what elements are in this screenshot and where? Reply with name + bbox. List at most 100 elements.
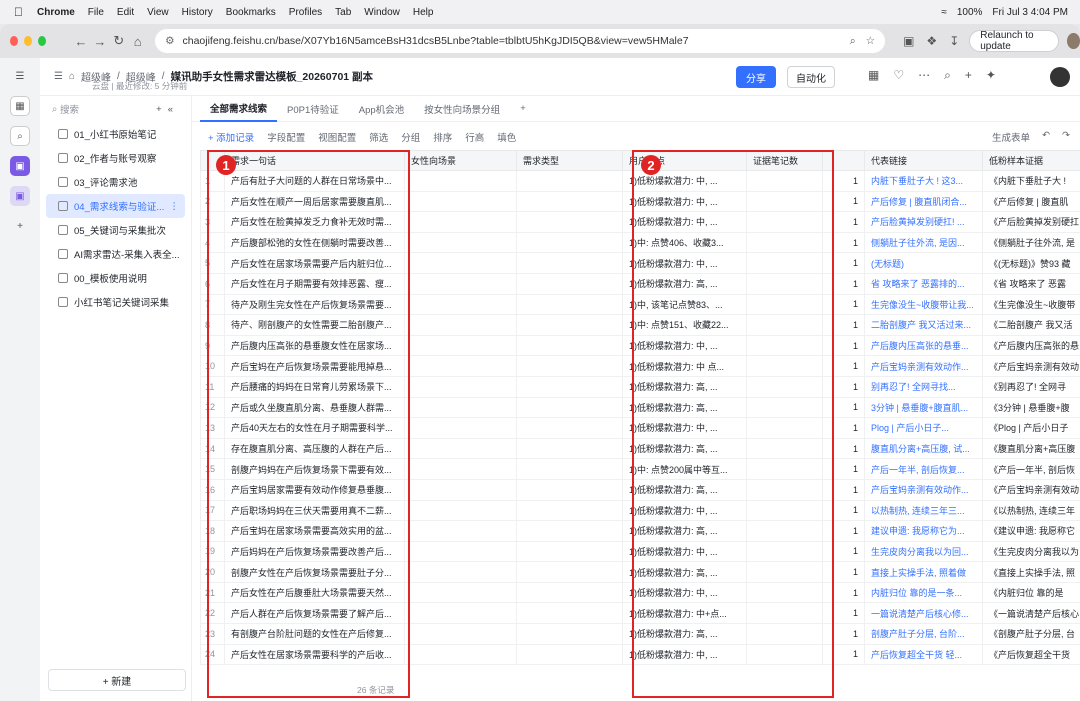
menu-app[interactable]: Chrome — [37, 7, 75, 18]
row-index[interactable]: 24 — [200, 643, 225, 666]
sidebar-search[interactable]: ⌕ 搜索 +« — [40, 96, 191, 122]
sidebar-item-authors[interactable]: 02_作者与账号观察 — [46, 146, 185, 170]
cell-type[interactable] — [516, 623, 623, 645]
home-crumb-icon[interactable]: ⌂ — [69, 71, 75, 82]
cell-type[interactable] — [516, 252, 623, 274]
add-icon[interactable]: + — [965, 68, 972, 83]
row-index[interactable]: 9 — [200, 334, 225, 357]
cell-demand[interactable]: 产后人群在产后恢复场景需要了解产后... — [224, 602, 405, 625]
cell-link[interactable]: 生完像没生~收腹带让我... — [864, 293, 983, 316]
cell-pain[interactable]: 1)低粉爆款潜力: 高, ... — [622, 437, 747, 460]
row-index[interactable]: 4 — [200, 231, 225, 254]
cell-scene[interactable] — [404, 211, 517, 233]
close-icon[interactable] — [10, 36, 18, 46]
puzzle-icon[interactable]: ❖ — [926, 34, 937, 48]
cell-evidence-count[interactable] — [746, 211, 823, 233]
cell-scene[interactable] — [404, 231, 517, 254]
row-index[interactable]: 7 — [200, 293, 225, 316]
table-row[interactable]: 4 产后腹部松弛的女性在侧躺时需要改善... 1)中: 点赞406、收藏3... 1 侧… — [200, 231, 1080, 254]
bookmark-star-icon[interactable]: ☆ — [866, 35, 875, 47]
cell-sample[interactable]: 《直接上实操手法, 照 — [982, 561, 1080, 583]
cell-sample[interactable]: 《产后修复 | 腹直肌 — [982, 190, 1080, 213]
cell-count[interactable]: 1 — [822, 623, 865, 645]
view-config-button[interactable]: 视图配置 — [318, 130, 356, 144]
table-row[interactable]: 18 产后宝妈在居家场景需要高效实用的盆... 1)低粉爆款潜力: 高, ... 1 建… — [200, 520, 1080, 542]
cell-count[interactable]: 1 — [822, 231, 865, 254]
cell-evidence-count[interactable] — [746, 499, 823, 522]
menu-view[interactable]: View — [147, 7, 169, 18]
dashboard-icon[interactable]: ▦ — [868, 68, 879, 83]
cell-sample[interactable]: 《侧躺肚子往外流, 是 — [982, 231, 1080, 254]
cell-pain[interactable]: 1)中: 点赞406、收藏3... — [622, 231, 747, 254]
cell-link[interactable]: Plog | 产后小日子... — [864, 417, 983, 439]
cell-scene[interactable] — [404, 561, 517, 583]
cell-link[interactable]: 二胎剖腹产 我又活过来... — [864, 314, 983, 336]
cell-pain[interactable]: 1)低粉爆款潜力: 中, ... — [622, 643, 747, 666]
cell-link[interactable]: 产后一年半, 剖后恢复... — [864, 458, 983, 480]
cell-count[interactable]: 1 — [822, 437, 865, 460]
doc-search-icon[interactable]: ⌕ — [944, 68, 951, 83]
cell-sample[interactable]: 《剖腹产肚子分层, 台 — [982, 623, 1080, 645]
cell-link[interactable]: (无标题) — [864, 252, 983, 274]
cell-demand[interactable]: 产后宝妈在居家场景需要高效实用的盆... — [224, 520, 405, 542]
cell-evidence-count[interactable] — [746, 520, 823, 542]
cell-demand[interactable]: 产后有肚子大问题的人群在日常场景中... — [224, 170, 405, 192]
sidebar-item-comments[interactable]: 03_评论需求池 — [46, 170, 185, 194]
cell-scene[interactable] — [404, 643, 517, 666]
cell-count[interactable]: 1 — [822, 581, 865, 604]
sidebar-item-guide[interactable]: 00_模板使用说明 — [46, 266, 185, 290]
cell-sample[interactable]: 《(无标题)》赞93 藏 — [982, 252, 1080, 274]
cell-link[interactable]: 产后腹内压高张的悬垂... — [864, 334, 983, 357]
cell-count[interactable]: 1 — [822, 396, 865, 419]
cell-type[interactable] — [516, 478, 623, 501]
cell-scene[interactable] — [404, 293, 517, 316]
cell-count[interactable]: 1 — [822, 417, 865, 439]
cell-pain[interactable]: 1)中, 该笔记点赞83、... — [622, 293, 747, 316]
cell-link[interactable]: 省 攻略来了 恶露排的... — [864, 272, 983, 295]
cell-evidence-count[interactable] — [746, 458, 823, 480]
sort-button[interactable]: 排序 — [433, 130, 452, 144]
cell-type[interactable] — [516, 520, 623, 542]
toc-icon[interactable]: ☰ — [54, 71, 63, 82]
cell-type[interactable] — [516, 334, 623, 357]
menu-profiles[interactable]: Profiles — [289, 7, 322, 18]
cell-evidence-count[interactable] — [746, 272, 823, 295]
cell-sample[interactable]: 《腹直肌分离+高压腹 — [982, 437, 1080, 460]
cell-evidence-count[interactable] — [746, 314, 823, 336]
base-app-selected-icon[interactable]: ▣ — [10, 186, 30, 206]
zoom-icon[interactable]: ⌕ — [850, 35, 856, 48]
cell-pain[interactable]: 1)低粉爆款潜力: 中, ... — [622, 581, 747, 604]
table-row[interactable]: 19 产后妈妈在产后恢复场景需要改善产后... 1)低粉爆款潜力: 中, ... 1 生… — [200, 540, 1080, 563]
forward-icon[interactable]: → — [90, 34, 109, 49]
cell-evidence-count[interactable] — [746, 540, 823, 563]
cell-link[interactable]: 生完皮肉分离我以为回... — [864, 540, 983, 563]
cell-sample[interactable]: 《二胎剖腹产 我又活 — [982, 314, 1080, 336]
more-icon[interactable]: ⋮ — [170, 201, 180, 212]
group-button[interactable]: 分组 — [401, 130, 420, 144]
wifi-icon[interactable]: ≈ — [941, 7, 947, 18]
cell-pain[interactable]: 1)中: 点赞151、收藏22... — [622, 314, 747, 336]
form-button[interactable]: 生成表单 — [992, 130, 1030, 144]
undo-icon[interactable]: ↶ — [1042, 130, 1050, 144]
cell-count[interactable]: 1 — [822, 334, 865, 357]
cell-type[interactable] — [516, 499, 623, 522]
tab-all[interactable]: 全部需求线索 — [200, 96, 278, 122]
cell-type[interactable] — [516, 293, 623, 316]
cell-count[interactable]: 1 — [822, 272, 865, 295]
row-index[interactable]: 3 — [200, 211, 225, 233]
cell-pain[interactable]: 1)中: 点赞200属中等互... — [622, 458, 747, 480]
cell-sample[interactable]: 《产后恢复超全干货 — [982, 643, 1080, 666]
table-row[interactable]: 22 产后人群在产后恢复场景需要了解产后... 1)低粉爆款潜力: 中+点... 1 一… — [200, 602, 1080, 625]
table-row[interactable]: 12 产后或久坐腹直肌分离、悬垂腹人群需... 1)低粉爆款潜力: 高, ... 1 3… — [200, 396, 1080, 419]
cell-scene[interactable] — [404, 602, 517, 625]
cell-evidence-count[interactable] — [746, 623, 823, 645]
table-row[interactable]: 24 产后女性在居家场景需要科学的产后收... 1)低粉爆款潜力: 中, ... 1 产… — [200, 643, 1080, 666]
menu-help[interactable]: Help — [413, 7, 434, 18]
back-icon[interactable]: ← — [72, 34, 91, 49]
row-index[interactable]: 22 — [200, 602, 225, 625]
more-icon[interactable]: ⋯ — [918, 68, 930, 83]
cell-count[interactable]: 1 — [822, 170, 865, 192]
cell-scene[interactable] — [404, 170, 517, 192]
sidebar-item-keyword-collect[interactable]: 小红书笔记关键词采集 — [46, 290, 185, 314]
cell-evidence-count[interactable] — [746, 437, 823, 460]
